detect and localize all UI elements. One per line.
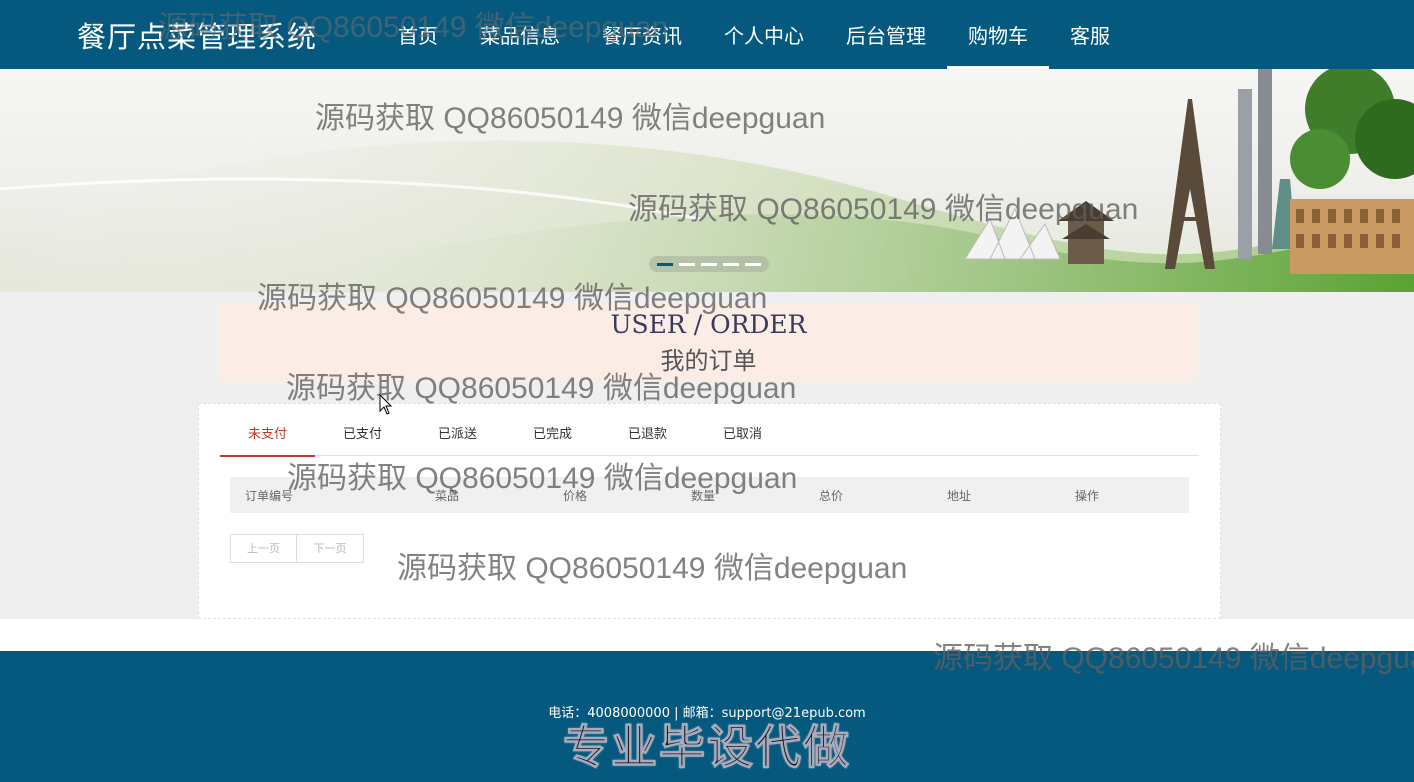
tab-paid[interactable]: 已支付: [315, 419, 410, 456]
carousel-indicators: [649, 256, 769, 272]
order-status-tabs: 未支付 已支付 已派送 已完成 已退款 已取消: [220, 419, 1199, 457]
tab-completed[interactable]: 已完成: [505, 419, 600, 456]
tab-dispatched[interactable]: 已派送: [410, 419, 505, 456]
site-footer: 电话：4008000000 | 邮箱：support@21epub.com 专业…: [0, 651, 1414, 782]
page-title-band: USER / ORDER 我的订单: [219, 304, 1198, 381]
nav-item-label: 首页: [398, 24, 438, 48]
column-header-price: 价格: [563, 489, 588, 503]
page-title: 我的订单: [660, 347, 757, 375]
footer-promo-overlay: 专业毕设代做: [563, 720, 851, 775]
page-title-en: USER / ORDER: [610, 310, 807, 339]
tab-refunded[interactable]: 已退款: [600, 419, 695, 456]
column-header-actions: 操作: [1075, 489, 1100, 503]
site-brand[interactable]: 餐厅点菜管理系统: [77, 14, 317, 56]
carousel-dot[interactable]: [745, 262, 761, 266]
nav-item-label: 后台管理: [846, 24, 926, 48]
pagination: 上一页 下一页: [230, 534, 364, 563]
main-nav: 首页 菜品信息 餐厅资讯 个人中心 后台管理 购物车 客服: [377, 0, 1131, 69]
carousel-dot[interactable]: [701, 262, 717, 266]
column-header-quantity: 数量: [691, 489, 716, 503]
nav-item-profile[interactable]: 个人中心: [703, 0, 825, 69]
carousel-dot[interactable]: [657, 262, 673, 266]
nav-item-dishes[interactable]: 菜品信息: [459, 0, 581, 69]
nav-item-label: 个人中心: [724, 24, 804, 48]
column-header-order-id: 订单编号: [245, 489, 294, 503]
tab-cancelled[interactable]: 已取消: [695, 419, 790, 456]
nav-item-admin[interactable]: 后台管理: [825, 0, 947, 69]
nav-item-news[interactable]: 餐厅资讯: [581, 0, 703, 69]
top-navbar: 餐厅点菜管理系统 首页 菜品信息 餐厅资讯 个人中心 后台管理 购物车 客服: [0, 0, 1414, 69]
banner-carousel[interactable]: [0, 69, 1414, 292]
nav-item-home[interactable]: 首页: [377, 0, 459, 69]
nav-item-label: 菜品信息: [480, 24, 560, 48]
next-page-button[interactable]: 下一页: [297, 534, 364, 563]
content-bottom-strip: [0, 619, 1414, 651]
nav-item-label: 客服: [1070, 24, 1110, 48]
carousel-dot[interactable]: [723, 262, 739, 266]
orders-table-header: 订单编号 菜品 价格 数量 总价 地址 操作: [230, 477, 1189, 513]
nav-item-cart[interactable]: 购物车: [947, 0, 1049, 69]
tab-unpaid[interactable]: 未支付: [220, 419, 315, 457]
prev-page-button[interactable]: 上一页: [230, 534, 297, 563]
nav-item-label: 餐厅资讯: [602, 24, 682, 48]
mouse-pointer-icon: [379, 394, 393, 415]
orders-panel: 未支付 已支付 已派送 已完成 已退款 已取消 订单编号 菜品 价格 数量 总价…: [198, 403, 1221, 619]
column-header-address: 地址: [947, 489, 972, 503]
column-header-dish: 菜品: [435, 489, 460, 503]
column-header-total: 总价: [819, 489, 844, 503]
nav-item-label: 购物车: [968, 24, 1028, 48]
carousel-dot[interactable]: [679, 262, 695, 266]
nav-item-service[interactable]: 客服: [1049, 0, 1131, 69]
